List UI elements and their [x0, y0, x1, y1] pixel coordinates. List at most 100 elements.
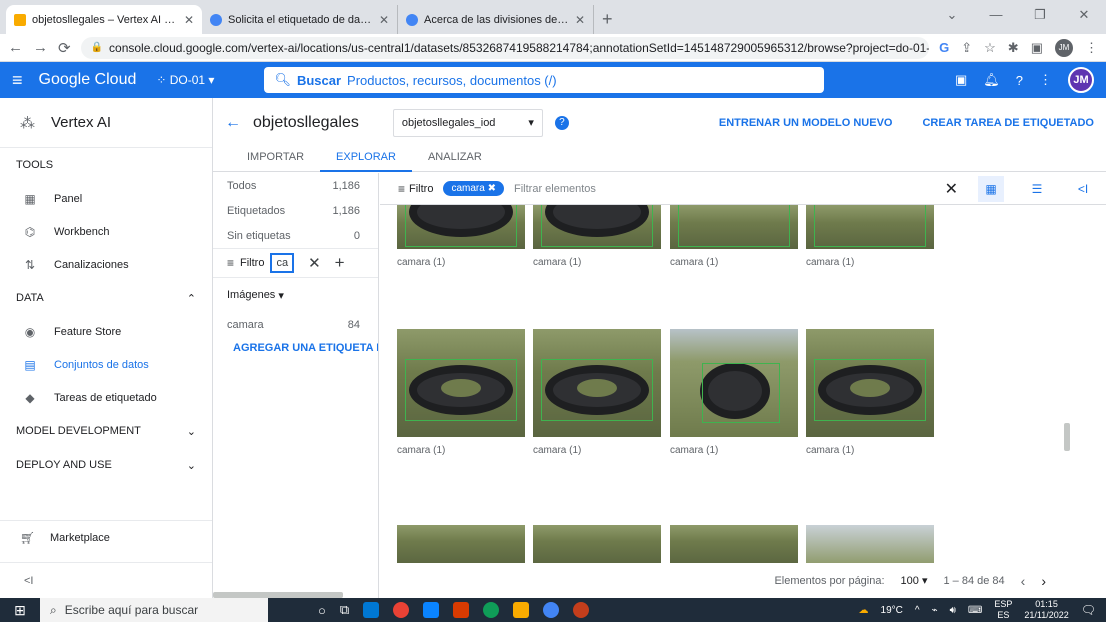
url-field[interactable]: 🔒 console.cloud.google.com/vertex-ai/loc…	[80, 36, 930, 59]
back-arrow-icon[interactable]: ←	[8, 39, 23, 56]
sidebar-item-workbench[interactable]: ⌬ Workbench	[0, 215, 212, 248]
browser-tab-labeling[interactable]: Solicita el etiquetado de datos d ✕	[202, 5, 398, 34]
tab-analyze[interactable]: ANALIZAR	[412, 148, 498, 172]
image-thumbnail[interactable]	[806, 525, 934, 565]
add-label-button[interactable]: AGREGAR UNA ETIQUETA NUEVA	[213, 337, 378, 359]
image-card[interactable]: camara (1)	[670, 205, 798, 268]
image-card[interactable]	[806, 525, 934, 565]
bookmark-star-icon[interactable]: ☆	[984, 40, 996, 56]
cloud-shell-icon[interactable]: ▣	[955, 72, 967, 88]
close-tab-icon[interactable]: ✕	[575, 13, 585, 27]
sidebar-item-datasets[interactable]: ▤ Conjuntos de datos	[0, 348, 212, 381]
prev-page-icon[interactable]: ‹	[1021, 573, 1026, 589]
image-thumbnail[interactable]	[670, 205, 798, 249]
section-model-development[interactable]: MODEL DEVELOPMENT ⌄	[0, 414, 212, 448]
browser-tab-vertex[interactable]: objetosllegales – Vertex AI – DO- ✕	[6, 5, 202, 34]
image-thumbnail[interactable]	[806, 329, 934, 437]
chrome-profile-app-icon[interactable]	[543, 602, 560, 618]
grid-filter-input[interactable]: Filtrar elementos	[514, 183, 596, 195]
hamburger-menu-icon[interactable]: ≡	[12, 70, 23, 91]
extensions-icon[interactable]: ✱	[1008, 40, 1019, 56]
grid-view-icon[interactable]: ▦	[978, 175, 1004, 202]
image-card[interactable]: camara (1)	[533, 205, 661, 268]
filter-labeled[interactable]: Etiquetados 1,186	[213, 198, 378, 223]
mail-app-icon[interactable]	[423, 602, 440, 618]
browser-menu-icon[interactable]: ⋮	[1085, 40, 1098, 56]
store-app-icon[interactable]	[363, 602, 380, 618]
image-thumbnail[interactable]	[533, 525, 661, 565]
restore-icon[interactable]: ❐	[1018, 0, 1062, 34]
train-model-button[interactable]: ENTRENAR UN MODELO NUEVO	[719, 117, 893, 129]
network-icon[interactable]: ⌁	[932, 605, 938, 616]
tab-import[interactable]: IMPORTAR	[231, 148, 320, 172]
project-selector[interactable]: ⁘ DO-01 ▾	[156, 73, 214, 87]
reload-icon[interactable]: ⟳	[58, 39, 71, 57]
image-thumbnail[interactable]	[533, 205, 661, 249]
image-card[interactable]: camara (1)	[533, 329, 661, 456]
language-indicator[interactable]: ESP ES	[994, 599, 1012, 621]
image-card[interactable]	[670, 525, 798, 565]
image-thumbnail[interactable]	[806, 205, 934, 249]
tab-explore[interactable]: EXPLORAR	[320, 148, 412, 172]
edge-app-icon[interactable]	[483, 602, 500, 618]
image-thumbnail[interactable]	[533, 329, 661, 437]
vertical-scrollbar[interactable]	[1064, 423, 1070, 451]
image-thumbnail[interactable]	[670, 329, 798, 437]
image-thumbnail[interactable]	[397, 329, 525, 437]
new-tab-button[interactable]: +	[594, 5, 621, 34]
create-labeling-task-button[interactable]: CREAR TAREA DE ETIQUETADO	[922, 117, 1094, 129]
weather-icon[interactable]: ☁	[859, 605, 869, 616]
image-card[interactable]: camara (1)	[397, 205, 525, 268]
gc-brand[interactable]: Google Cloud	[39, 71, 137, 89]
notification-center-icon[interactable]: 🗨︎	[1081, 603, 1096, 617]
tray-chevron-icon[interactable]: ^	[915, 605, 920, 616]
cortana-icon[interactable]: ○	[318, 603, 326, 618]
gc-search-bar[interactable]: 🔍︎ Buscar Productos, recursos, documento…	[264, 67, 825, 93]
profile-avatar[interactable]: JM	[1055, 38, 1073, 57]
google-icon[interactable]: G	[939, 40, 949, 55]
sidepanel-icon[interactable]: ▣	[1031, 40, 1043, 56]
close-icon[interactable]: ✕	[945, 179, 958, 199]
filter-all[interactable]: Todos 1,186	[213, 173, 378, 198]
sidebar-item-panel[interactable]: ▦ Panel	[0, 182, 212, 215]
image-card[interactable]: camara (1)	[806, 205, 934, 268]
image-card[interactable]: camara (1)	[670, 329, 798, 456]
powerpoint-app-icon[interactable]	[573, 602, 590, 618]
volume-icon[interactable]: 🔊︎	[950, 605, 956, 616]
sidebar-item-labeling[interactable]: ◆ Tareas de etiquetado	[0, 381, 212, 414]
label-row-camara[interactable]: camara 84	[213, 312, 378, 337]
chrome-app-icon[interactable]	[393, 602, 410, 618]
help-icon[interactable]: ?	[554, 115, 569, 130]
image-card[interactable]	[533, 525, 661, 565]
clear-filter-icon[interactable]: ✕	[308, 254, 321, 272]
chip-remove-icon[interactable]: ✖	[488, 183, 496, 194]
share-icon[interactable]: ⇪	[961, 40, 972, 56]
section-deploy[interactable]: DEPLOY AND USE ⌄	[0, 448, 212, 482]
task-view-icon[interactable]: ⧉	[340, 602, 349, 618]
per-page-select[interactable]: 100 ▾	[901, 574, 928, 587]
more-menu-icon[interactable]: ⋮	[1039, 72, 1052, 88]
help-icon[interactable]: ?	[1016, 73, 1023, 88]
tab-search-icon[interactable]: ⌄	[930, 0, 974, 34]
clock[interactable]: 01:15 21/11/2022	[1024, 599, 1068, 621]
image-card[interactable]: camara (1)	[397, 329, 525, 456]
taskbar-search[interactable]: ⌕ Escribe aquí para buscar	[40, 598, 268, 622]
office-app-icon[interactable]	[453, 602, 470, 618]
account-avatar[interactable]: JM	[1068, 67, 1094, 93]
list-view-icon[interactable]: ☰	[1024, 176, 1050, 202]
sidebar-item-marketplace[interactable]: 🛒︎ Marketplace	[0, 521, 212, 554]
collapse-sidebar-icon[interactable]: <I	[24, 575, 33, 587]
annotation-set-select[interactable]: objetosllegales_iod ▾	[392, 108, 543, 137]
sidebar-item-feature-store[interactable]: ◉ Feature Store	[0, 315, 212, 348]
add-icon[interactable]: +	[335, 253, 345, 273]
browser-tab-splits[interactable]: Acerca de las divisiones de datos ✕	[398, 5, 594, 34]
keyboard-icon[interactable]: ⌨	[968, 605, 982, 616]
sidebar-item-pipelines[interactable]: ⇅ Canalizaciones	[0, 248, 212, 281]
close-tab-icon[interactable]: ✕	[379, 13, 389, 27]
close-tab-icon[interactable]: ✕	[184, 13, 194, 27]
next-page-icon[interactable]: ›	[1041, 573, 1046, 589]
image-thumbnail[interactable]	[397, 525, 525, 565]
image-card[interactable]	[397, 525, 525, 565]
weather-temp[interactable]: 19°C	[881, 605, 903, 616]
image-card[interactable]: camara (1)	[806, 329, 934, 456]
